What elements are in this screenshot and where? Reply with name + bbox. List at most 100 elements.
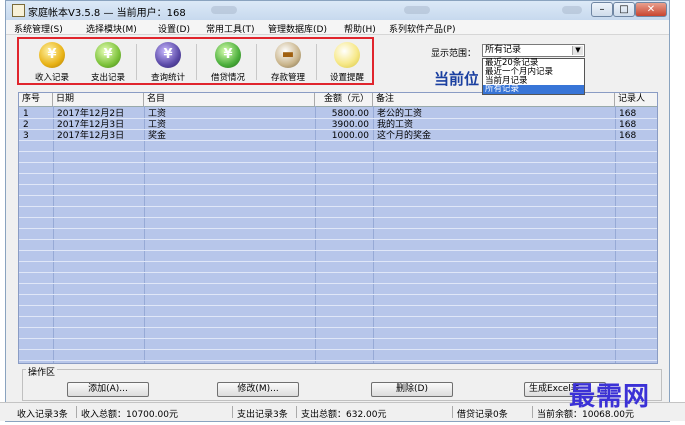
- deposit-manage-label: 存款管理: [270, 73, 305, 83]
- grid-line: [19, 239, 657, 240]
- status-separator: [532, 406, 533, 418]
- maximize-button[interactable]: □: [613, 2, 635, 17]
- menu-settings[interactable]: 设置(D): [158, 22, 190, 35]
- edit-button[interactable]: 修改(M)...: [217, 382, 299, 397]
- grid-line: [19, 206, 657, 207]
- cell-index: 1: [23, 109, 29, 119]
- cell-item: 工资: [148, 109, 167, 119]
- grid-line: [19, 184, 657, 185]
- col-header-index[interactable]: 序号: [19, 93, 53, 106]
- status-separator: [76, 406, 77, 418]
- cell-amount: 1000.00: [331, 131, 369, 141]
- cell-recorder: 168: [619, 131, 637, 141]
- deposit-manage-button[interactable]: ▬ 存款管理: [261, 40, 315, 84]
- grid-line: [19, 272, 657, 273]
- grid-line: [19, 283, 657, 284]
- delete-button[interactable]: 删除(D): [371, 382, 453, 397]
- income-record-label: 收入记录: [34, 73, 69, 83]
- grid-line: [19, 151, 657, 152]
- grid-line: [19, 305, 657, 306]
- col-header-date[interactable]: 日期: [53, 93, 144, 106]
- grid-line: [19, 349, 657, 350]
- grid-line: [615, 106, 616, 363]
- cell-recorder: 168: [619, 120, 637, 130]
- current-position-label: 当前位: [434, 70, 480, 88]
- income-yen-icon: ¥: [39, 42, 65, 68]
- income-record-button[interactable]: ¥ 收入记录: [25, 40, 79, 84]
- window-title: 家庭帐本V3.5.8 — 当前用户：168: [28, 8, 186, 19]
- set-reminder-label: 设置提醒: [329, 73, 364, 83]
- toolbar-separator: [136, 44, 137, 80]
- expense-record-label: 支出记录: [90, 73, 125, 83]
- app-ledger-icon: [12, 4, 25, 17]
- col-header-amount[interactable]: 金额（元）: [315, 93, 373, 106]
- close-button[interactable]: ✕: [635, 2, 667, 17]
- expense-yen-icon: ¥: [95, 42, 121, 68]
- loan-status-button[interactable]: ¥ 借贷情况: [201, 40, 255, 84]
- minimize-icon: –: [599, 4, 605, 15]
- set-reminder-button[interactable]: 设置提醒: [320, 40, 374, 84]
- records-table[interactable]: 序号 日期 名目 金额（元） 备注 记录人 1 2017年12月2日 工资 58…: [18, 92, 658, 364]
- status-separator: [452, 406, 453, 418]
- menu-help[interactable]: 帮助(H): [344, 22, 376, 35]
- grid-line: [19, 250, 657, 251]
- toolbar-separator: [196, 44, 197, 80]
- cell-index: 3: [23, 131, 29, 141]
- query-stats-icon: ¥: [155, 42, 181, 68]
- query-stats-button[interactable]: ¥ 查询统计: [141, 40, 195, 84]
- menu-bar: 系统管理(S) 选择模块(M) 设置(D) 常用工具(T) 管理数据库(D) 帮…: [6, 20, 669, 35]
- close-icon: ✕: [646, 4, 656, 15]
- loan-status-label: 借贷情况: [210, 73, 245, 83]
- query-stats-label: 查询统计: [150, 73, 185, 83]
- grid-line: [373, 106, 374, 363]
- cell-note: 这个月的奖金: [377, 131, 432, 141]
- toolbar-separator: [256, 44, 257, 80]
- grid-line: [19, 338, 657, 339]
- title-bar[interactable]: 家庭帐本V3.5.8 — 当前用户：168 – □ ✕: [6, 1, 669, 21]
- add-button[interactable]: 添加(A)...: [67, 382, 149, 397]
- status-income-total: 收入总额：10700.00元: [81, 410, 178, 420]
- range-option-selected[interactable]: 所有记录: [483, 85, 584, 95]
- grid-line: [19, 195, 657, 196]
- grid-line: [315, 106, 316, 363]
- grid-line: [19, 294, 657, 295]
- status-separator: [232, 406, 233, 418]
- blurred-region: [211, 6, 237, 14]
- status-expense-total: 支出总额：632.00元: [301, 410, 387, 420]
- range-select-value: 所有记录: [485, 45, 522, 55]
- cell-item: 工资: [148, 120, 167, 130]
- menu-tools[interactable]: 常用工具(T): [206, 22, 255, 35]
- grid-line: [19, 261, 657, 262]
- col-header-recorder[interactable]: 记录人: [615, 93, 657, 106]
- toolbar-separator: [316, 44, 317, 80]
- chevron-down-icon[interactable]: ▼: [572, 46, 583, 55]
- deposit-icon: ▬: [275, 42, 301, 68]
- menu-module[interactable]: 选择模块(M): [86, 22, 137, 35]
- grid-line: [19, 228, 657, 229]
- cell-index: 2: [23, 120, 29, 130]
- cell-amount: 3900.00: [331, 120, 369, 130]
- maximize-icon: □: [619, 4, 629, 15]
- grid-line: [19, 217, 657, 218]
- grid-line: [19, 360, 657, 361]
- cell-note: 老公的工资: [377, 109, 423, 119]
- range-dropdown-list[interactable]: 最近20条记录 最近一个月内记录 当前月记录 所有记录: [482, 58, 585, 95]
- cell-note: 我的工资: [377, 120, 414, 130]
- cell-date: 2017年12月3日: [57, 120, 125, 130]
- menu-database[interactable]: 管理数据库(D): [268, 22, 327, 35]
- blurred-region: [404, 6, 430, 14]
- minimize-button[interactable]: –: [591, 2, 613, 17]
- grid-line: [53, 106, 54, 363]
- blurred-region: [562, 6, 582, 14]
- menu-products[interactable]: 系列软件产品(P): [389, 22, 455, 35]
- expense-record-button[interactable]: ¥ 支出记录: [81, 40, 135, 84]
- menu-system[interactable]: 系统管理(S): [14, 22, 63, 35]
- grid-line: [144, 106, 145, 363]
- col-header-item[interactable]: 名目: [144, 93, 315, 106]
- range-select[interactable]: 所有记录 ▼: [482, 44, 585, 57]
- cell-amount: 5800.00: [331, 109, 369, 119]
- status-income-count: 收入记录3条: [17, 410, 68, 420]
- grid-line: [19, 173, 657, 174]
- status-expense-count: 支出记录3条: [237, 410, 288, 420]
- cell-date: 2017年12月2日: [57, 109, 125, 119]
